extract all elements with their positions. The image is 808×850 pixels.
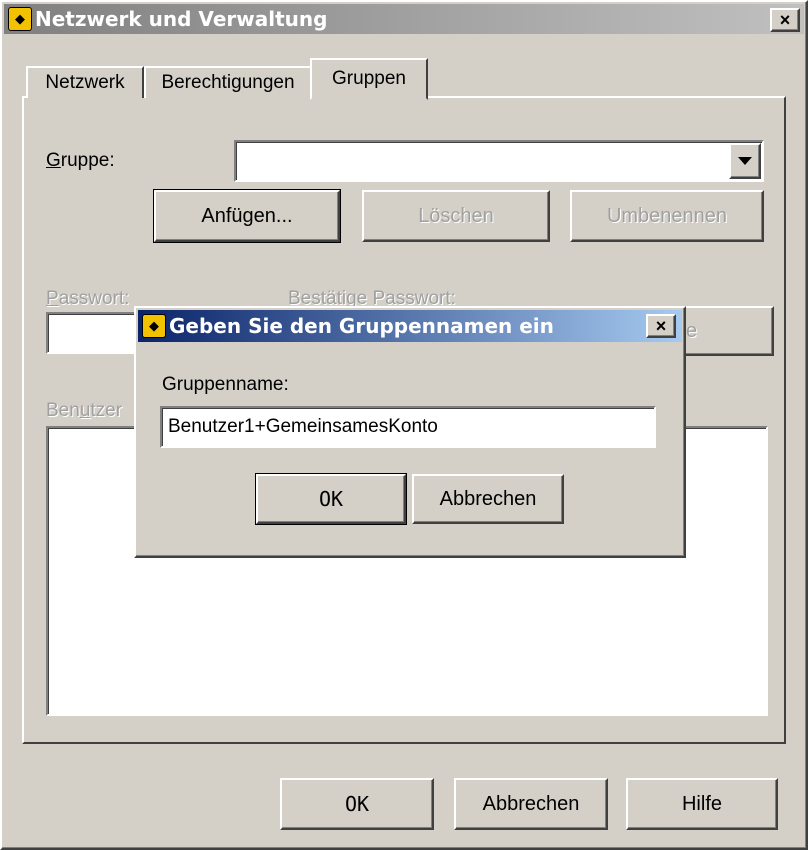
dialog-ok-button[interactable]: OK [255,473,407,525]
password-label: Passwort: [46,288,130,309]
app-bat-icon: ◆ [8,7,32,31]
ok-button[interactable]: OK [280,778,434,830]
group-name-label: Gruppenname: [162,374,289,395]
group-combobox-dropdown-button[interactable] [729,143,761,179]
group-combobox[interactable] [234,140,764,182]
main-window-title: Netzwerk und Verwaltung [35,7,328,31]
tab-gruppen[interactable]: Gruppen [310,58,428,100]
users-label: Benutzer [46,400,123,421]
dropdown-arrow-icon [738,157,752,165]
cancel-button[interactable]: Abbrechen [454,778,608,830]
dialog-title: Geben Sie den Gruppennamen ein [169,314,554,338]
app-bat-icon: ◆ [142,314,166,338]
add-group-button[interactable]: Anfügen... [153,189,341,243]
group-name-input[interactable]: Benutzer1+GemeinsamesKonto [160,406,656,448]
rename-group-button[interactable]: Umbenennen [570,190,764,242]
dialog-close-button[interactable]: × [646,314,676,338]
close-icon: × [655,315,667,336]
dialog-cancel-button[interactable]: Abbrechen [412,474,564,524]
main-close-button[interactable]: × [770,8,800,32]
main-title-bar[interactable]: ◆ Netzwerk und Verwaltung [4,4,804,34]
group-name-input-value: Benutzer1+GemeinsamesKonto [168,416,438,437]
dialog-title-bar[interactable]: ◆ Geben Sie den Gruppennamen ein [138,310,682,342]
delete-group-button[interactable]: Löschen [362,190,550,242]
group-label: Gruppe: [46,150,115,171]
tab-netzwerk[interactable]: Netzwerk [26,66,144,98]
tab-berechtigungen[interactable]: Berechtigungen [144,66,312,98]
close-icon: × [779,9,791,30]
help-button[interactable]: Hilfe [626,778,778,830]
